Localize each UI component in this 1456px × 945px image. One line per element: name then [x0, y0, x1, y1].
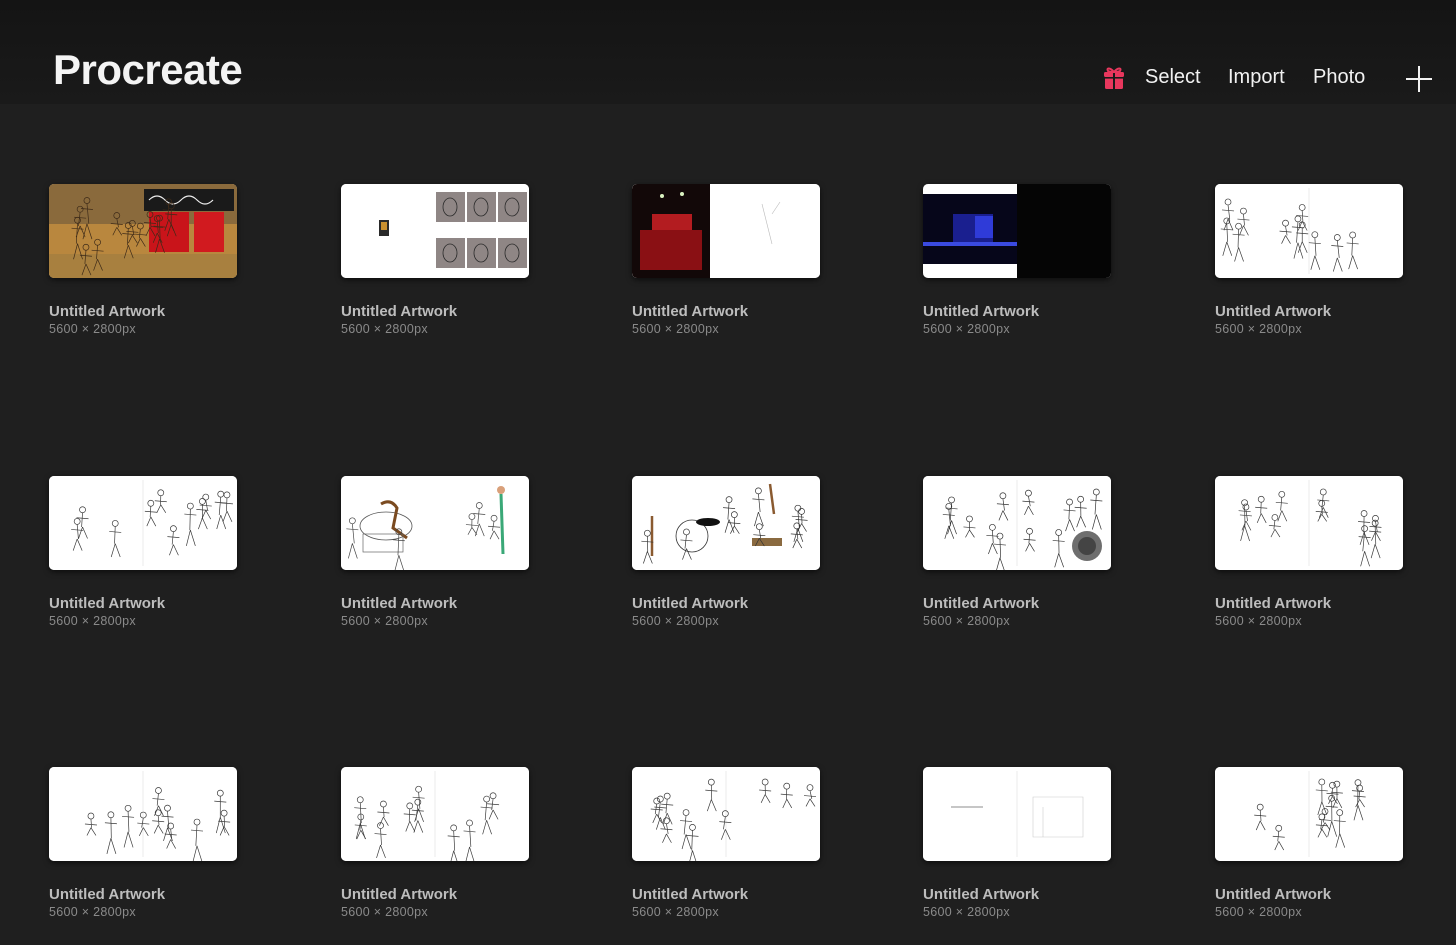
artwork-tile[interactable]: Untitled Artwork 5600 × 2800px: [923, 184, 1111, 336]
artwork-thumbnail[interactable]: [923, 767, 1111, 861]
artwork-title[interactable]: Untitled Artwork: [923, 886, 1111, 903]
artwork-tile[interactable]: Untitled Artwork 5600 × 2800px: [923, 476, 1111, 628]
artwork-tile[interactable]: Untitled Artwork 5600 × 2800px: [632, 476, 820, 628]
artwork-thumbnail[interactable]: [49, 767, 237, 861]
artwork-title[interactable]: Untitled Artwork: [341, 886, 529, 903]
artwork-tile[interactable]: Untitled Artwork 5600 × 2800px: [632, 767, 820, 919]
new-canvas-plus-icon[interactable]: [1406, 66, 1432, 92]
artwork-dimensions: 5600 × 2800px: [1215, 322, 1302, 336]
artwork-dimensions: 5600 × 2800px: [49, 614, 136, 628]
import-button[interactable]: Import: [1228, 66, 1285, 89]
artwork-tile[interactable]: Untitled Artwork 5600 × 2800px: [1215, 184, 1403, 336]
artwork-title[interactable]: Untitled Artwork: [49, 303, 237, 320]
artwork-title[interactable]: Untitled Artwork: [1215, 303, 1403, 320]
artwork-dimensions: 5600 × 2800px: [341, 322, 428, 336]
artwork-title[interactable]: Untitled Artwork: [49, 886, 237, 903]
artwork-title[interactable]: Untitled Artwork: [341, 303, 529, 320]
artwork-thumbnail[interactable]: [341, 476, 529, 570]
artwork-title[interactable]: Untitled Artwork: [632, 886, 820, 903]
artwork-title[interactable]: Untitled Artwork: [1215, 595, 1403, 612]
artwork-tile[interactable]: Untitled Artwork 5600 × 2800px: [341, 476, 529, 628]
artwork-tile[interactable]: Untitled Artwork 5600 × 2800px: [923, 767, 1111, 919]
artwork-thumbnail[interactable]: [923, 184, 1111, 278]
artwork-tile[interactable]: Untitled Artwork 5600 × 2800px: [49, 767, 237, 919]
artwork-title[interactable]: Untitled Artwork: [632, 595, 820, 612]
artwork-dimensions: 5600 × 2800px: [1215, 905, 1302, 919]
artwork-dimensions: 5600 × 2800px: [1215, 614, 1302, 628]
photo-button[interactable]: Photo: [1313, 66, 1365, 89]
app-title: Procreate: [53, 46, 243, 93]
artwork-tile[interactable]: Untitled Artwork 5600 × 2800px: [341, 184, 529, 336]
artwork-title[interactable]: Untitled Artwork: [341, 595, 529, 612]
artwork-thumbnail[interactable]: [632, 184, 820, 278]
artwork-thumbnail[interactable]: [341, 184, 529, 278]
artwork-title[interactable]: Untitled Artwork: [923, 303, 1111, 320]
artwork-dimensions: 5600 × 2800px: [341, 614, 428, 628]
artwork-title[interactable]: Untitled Artwork: [632, 303, 820, 320]
artwork-dimensions: 5600 × 2800px: [923, 905, 1010, 919]
artwork-dimensions: 5600 × 2800px: [632, 614, 719, 628]
artwork-thumbnail[interactable]: [1215, 476, 1403, 570]
artwork-dimensions: 5600 × 2800px: [923, 614, 1010, 628]
artwork-dimensions: 5600 × 2800px: [923, 322, 1010, 336]
artwork-tile[interactable]: Untitled Artwork 5600 × 2800px: [1215, 767, 1403, 919]
artwork-thumbnail[interactable]: [1215, 767, 1403, 861]
artwork-tile[interactable]: Untitled Artwork 5600 × 2800px: [632, 184, 820, 336]
artwork-thumbnail[interactable]: [632, 476, 820, 570]
artwork-tile[interactable]: Untitled Artwork 5600 × 2800px: [49, 184, 237, 336]
artwork-thumbnail[interactable]: [1215, 184, 1403, 278]
artwork-dimensions: 5600 × 2800px: [632, 322, 719, 336]
artwork-dimensions: 5600 × 2800px: [632, 905, 719, 919]
artwork-thumbnail[interactable]: [923, 476, 1111, 570]
artwork-tile[interactable]: Untitled Artwork 5600 × 2800px: [49, 476, 237, 628]
artwork-title[interactable]: Untitled Artwork: [1215, 886, 1403, 903]
select-button[interactable]: Select: [1145, 66, 1201, 89]
artwork-thumbnail[interactable]: [341, 767, 529, 861]
artwork-dimensions: 5600 × 2800px: [49, 905, 136, 919]
artwork-thumbnail[interactable]: [49, 476, 237, 570]
artwork-thumbnail[interactable]: [49, 184, 237, 278]
artwork-thumbnail[interactable]: [632, 767, 820, 861]
artwork-title[interactable]: Untitled Artwork: [923, 595, 1111, 612]
artwork-dimensions: 5600 × 2800px: [49, 322, 136, 336]
artwork-title[interactable]: Untitled Artwork: [49, 595, 237, 612]
artwork-tile[interactable]: Untitled Artwork 5600 × 2800px: [1215, 476, 1403, 628]
artwork-dimensions: 5600 × 2800px: [341, 905, 428, 919]
top-bar: Procreate Select Import Photo: [0, 0, 1456, 104]
artwork-tile[interactable]: Untitled Artwork 5600 × 2800px: [341, 767, 529, 919]
gift-icon[interactable]: [1103, 66, 1125, 90]
